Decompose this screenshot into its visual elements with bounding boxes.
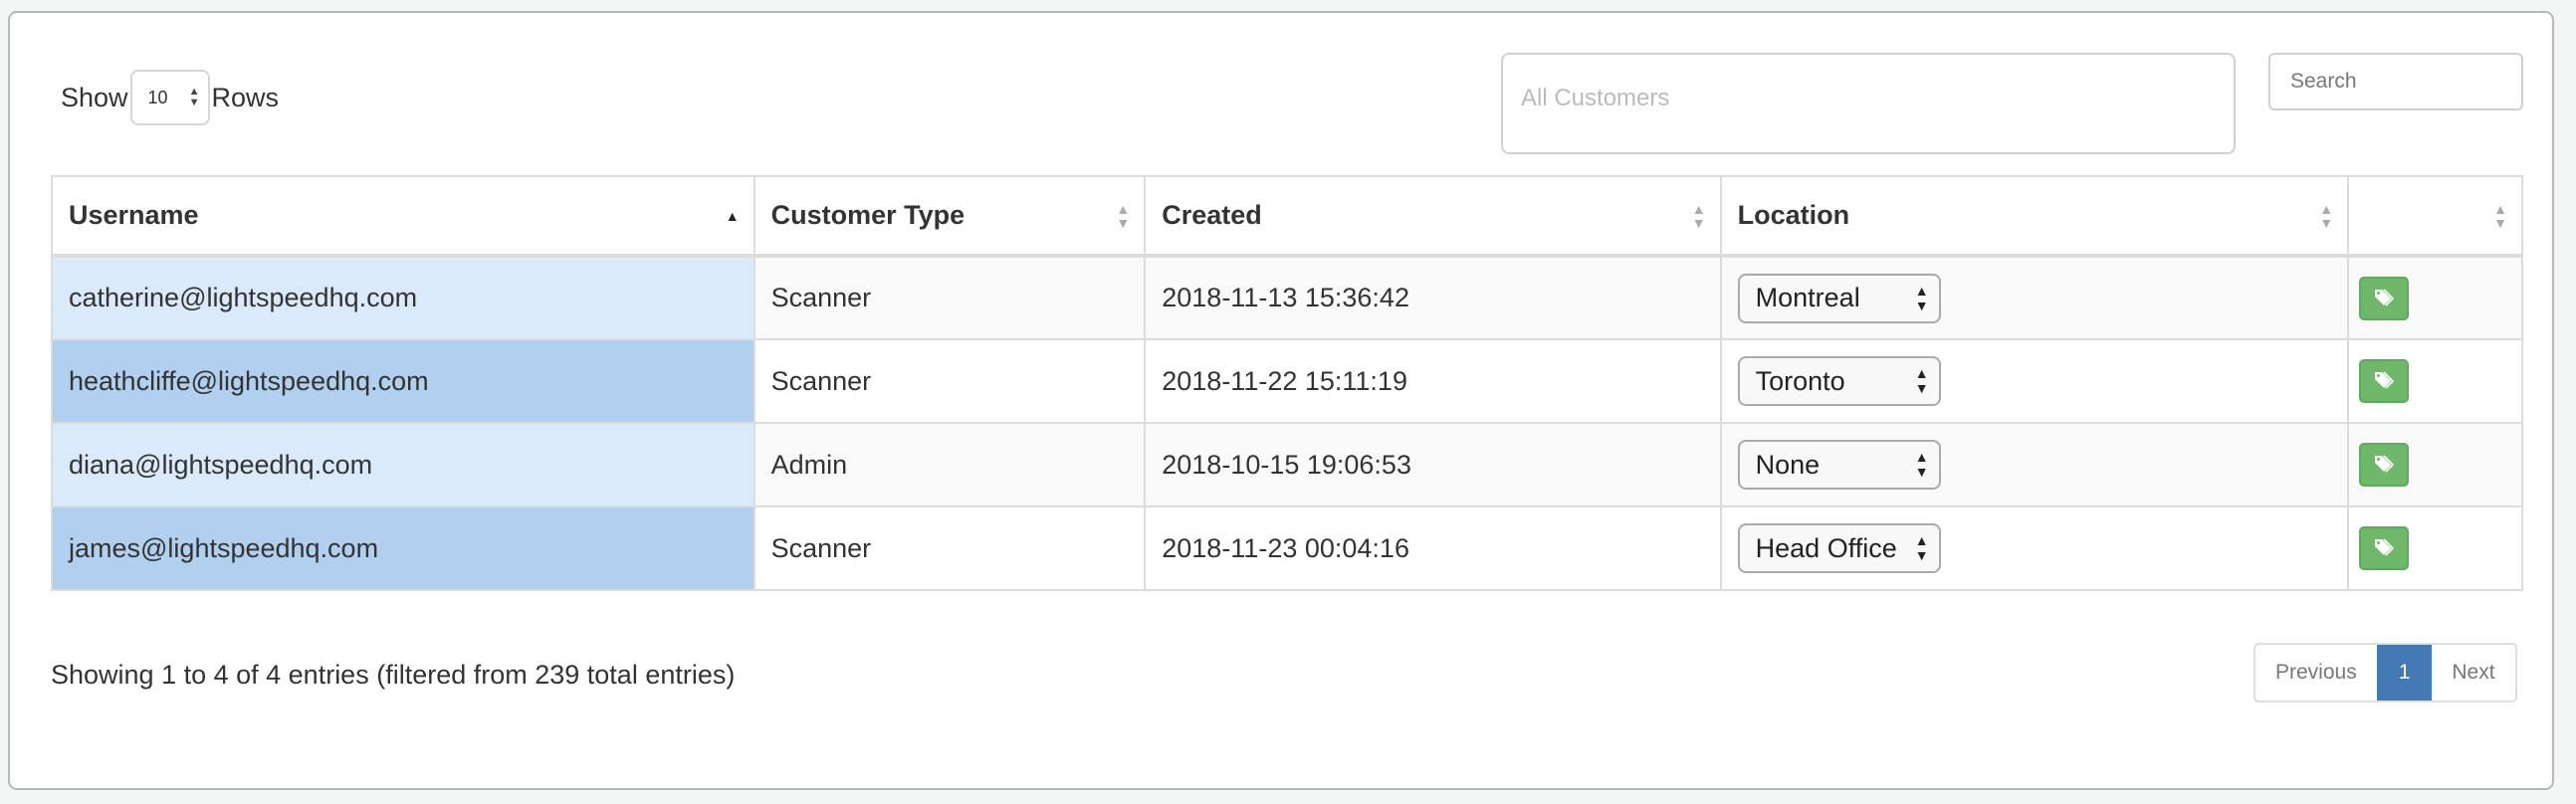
location-select[interactable]: None ▲ ▼	[1737, 440, 1941, 490]
location-value: Montreal	[1755, 283, 1860, 312]
sort-both-icon: ▲ ▼	[2493, 200, 2507, 231]
created-cell: 2018-11-22 15:11:19	[1144, 338, 1722, 424]
column-header-created[interactable]: Created ▲ ▼	[1144, 175, 1722, 258]
sort-both-icon: ▲ ▼	[2319, 200, 2334, 231]
tags-icon	[2372, 369, 2396, 393]
show-label: Show	[61, 82, 128, 112]
location-select[interactable]: Head Office ▲ ▼	[1737, 523, 1941, 573]
sort-both-icon: ▲ ▼	[1116, 200, 1131, 231]
column-header-customer-type[interactable]: Customer Type ▲ ▼	[752, 175, 1147, 258]
column-label: Username	[69, 200, 199, 230]
column-header-username[interactable]: Username ▲	[51, 175, 755, 258]
tags-button[interactable]	[2359, 526, 2410, 570]
customer-type-cell: Admin	[752, 422, 1147, 507]
username-cell: heathcliffe@lightspeedhq.com	[51, 338, 755, 424]
location-value: Toronto	[1755, 365, 1845, 396]
created-cell: 2018-11-13 15:36:42	[1144, 255, 1722, 340]
column-label: Location	[1737, 200, 1850, 230]
actions-cell	[2347, 255, 2523, 340]
created-cell: 2018-11-23 00:04:16	[1144, 505, 1722, 591]
next-button[interactable]: Next	[2432, 645, 2514, 701]
select-arrows-icon: ▲ ▼	[1914, 449, 1929, 480]
location-cell: Head Office ▲ ▼	[1719, 505, 2350, 591]
tags-button[interactable]	[2359, 359, 2410, 403]
actions-cell	[2347, 505, 2523, 591]
location-cell: Montreal ▲ ▼	[1719, 255, 2350, 340]
select-arrows-icon: ▲ ▼	[1914, 532, 1929, 563]
previous-button[interactable]: Previous	[2255, 645, 2377, 701]
select-arrows-icon: ▲ ▼	[1914, 365, 1929, 396]
customers-table: Username ▲ Customer Type ▲ ▼ Created ▲ ▼ Locatio…	[51, 175, 2523, 591]
location-cell: Toronto ▲ ▼	[1719, 338, 2350, 424]
customer-type-cell: Scanner	[752, 505, 1147, 591]
tags-button[interactable]	[2359, 276, 2410, 320]
username-cell: james@lightspeedhq.com	[51, 505, 755, 591]
customer-filter-placeholder: All Customers	[1521, 85, 1670, 111]
username-cell: diana@lightspeedhq.com	[51, 422, 755, 507]
location-cell: None ▲ ▼	[1719, 422, 2350, 507]
location-value: Head Office	[1755, 532, 1897, 563]
column-label: Customer Type	[770, 200, 966, 230]
table-info: Showing 1 to 4 of 4 entries (filtered fr…	[51, 660, 736, 690]
table-row[interactable]: heathcliffe@lightspeedhq.com Scanner 201…	[51, 338, 2523, 424]
sort-both-icon: ▲ ▼	[1691, 200, 1706, 231]
location-select[interactable]: Toronto ▲ ▼	[1737, 356, 1941, 406]
customer-type-cell: Scanner	[752, 338, 1147, 424]
column-header-location[interactable]: Location ▲ ▼	[1719, 175, 2350, 258]
rows-label: Rows	[211, 82, 280, 112]
sort-ascending-icon: ▲	[725, 207, 740, 224]
pagination: Previous 1 Next	[2254, 643, 2517, 703]
page-length-select[interactable]: 10 ▲ ▼	[129, 70, 210, 125]
location-value: None	[1755, 449, 1821, 480]
select-arrows-icon: ▲ ▼	[1914, 282, 1929, 313]
table-row[interactable]: james@lightspeedhq.com Scanner 2018-11-2…	[51, 505, 2523, 591]
search-input[interactable]	[2268, 53, 2523, 110]
page-1-button[interactable]: 1	[2376, 645, 2433, 701]
username-cell: catherine@lightspeedhq.com	[51, 255, 755, 340]
customer-filter-input[interactable]: All Customers	[1501, 53, 2236, 154]
tags-icon	[2372, 536, 2396, 560]
table-row[interactable]: catherine@lightspeedhq.com Scanner 2018-…	[51, 255, 2523, 340]
actions-cell	[2347, 422, 2523, 507]
tags-icon	[2372, 287, 2396, 310]
customers-panel: Show 10 ▲▼ Rows All Customers Username ▲ C…	[8, 11, 2554, 790]
page-length-value: 10	[147, 87, 168, 107]
tags-button[interactable]	[2359, 443, 2410, 487]
page-length-control: Show 10 ▲ ▼ Rows	[61, 70, 280, 125]
location-select[interactable]: Montreal ▲ ▼	[1737, 273, 1941, 323]
column-label: Created	[1162, 200, 1262, 230]
table-row[interactable]: diana@lightspeedhq.com Admin 2018-10-15 …	[51, 422, 2523, 507]
column-header-actions[interactable]: ▲ ▼	[2347, 175, 2523, 258]
created-cell: 2018-10-15 19:06:53	[1144, 422, 1722, 507]
actions-cell	[2347, 338, 2523, 424]
select-arrows-icon: ▲ ▼	[188, 86, 200, 108]
customer-type-cell: Scanner	[752, 255, 1147, 340]
tags-icon	[2372, 453, 2396, 477]
